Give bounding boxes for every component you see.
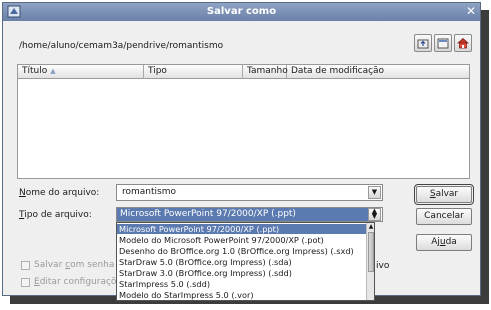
go-up-icon <box>417 39 429 49</box>
current-path: /home/aluno/cemam3a/pendrive/romantismo <box>19 41 224 51</box>
new-folder-button[interactable] <box>434 34 452 52</box>
filetype-select[interactable]: Microsoft PowerPoint 97/2000/XP (.ppt) ▲… <box>116 207 383 222</box>
save-as-dialog: Salvar como ✕ /home/aluno/cemam3a/pendri… <box>2 2 481 301</box>
title-bar[interactable]: Salvar como ✕ <box>3 3 480 21</box>
dropdown-item[interactable]: StarImpress 5.0 (.sdd) <box>117 279 368 289</box>
help-button[interactable]: Ajuda <box>416 234 472 251</box>
column-size[interactable]: Tamanho <box>243 65 288 79</box>
filetype-selected-value: Microsoft PowerPoint 97/2000/XP (.ppt) <box>117 208 368 221</box>
filetype-dropdown-list[interactable]: Microsoft PowerPoint 97/2000/XP (.ppt) M… <box>116 222 375 301</box>
close-icon[interactable]: ✕ <box>466 4 476 18</box>
save-button[interactable]: Salvar <box>414 184 474 205</box>
filename-label: Nome do arquivo: <box>19 188 100 198</box>
chevron-down-icon[interactable]: ▼ <box>368 186 381 199</box>
go-up-button[interactable] <box>414 34 432 52</box>
file-list[interactable]: Título ▲ Tipo Tamanho Data de modificação <box>17 64 470 179</box>
column-modified[interactable]: Data de modificação <box>287 65 469 79</box>
dropdown-item[interactable]: Modelo do StarImpress 5.0 (.vor) <box>117 290 368 300</box>
column-title[interactable]: Título ▲ <box>18 65 144 79</box>
dropdown-item[interactable]: Modelo do Microsoft PowerPoint 97/2000/X… <box>117 235 368 245</box>
dropdown-item[interactable]: Microsoft PowerPoint 97/2000/XP (.ppt) <box>117 224 368 234</box>
scroll-up-icon[interactable]: ▲ <box>367 223 374 231</box>
save-with-password-checkbox[interactable] <box>21 261 30 270</box>
home-icon <box>457 37 469 49</box>
cancel-button[interactable]: Cancelar <box>416 208 472 225</box>
home-button[interactable] <box>454 34 472 52</box>
column-type[interactable]: Tipo <box>144 65 243 79</box>
spin-arrows-icon[interactable]: ▲ ▼ <box>368 208 381 221</box>
file-list-header: Título ▲ Tipo Tamanho Data de modificação <box>18 65 469 79</box>
save-with-password-label: Salvar com senha <box>34 260 115 270</box>
filename-input[interactable]: romantismo ▼ <box>116 184 383 201</box>
dropdown-scrollbar[interactable]: ▲ <box>366 223 374 300</box>
dropdown-item[interactable]: StarDraw 5.0 (BrOffice.org Impress) (.sd… <box>117 257 368 267</box>
auto-extension-label: ivo <box>376 261 390 271</box>
window-title: Salvar como <box>206 6 277 17</box>
filetype-label: Tipo de arquivo: <box>19 210 92 220</box>
sort-arrow-icon: ▲ <box>50 67 56 75</box>
new-folder-icon <box>437 38 449 49</box>
dropdown-item[interactable]: StarDraw 3.0 (BrOffice.org Impress) (.sd… <box>117 268 368 278</box>
dropdown-item[interactable]: Desenho do BrOffice.org 1.0 (BrOffice.or… <box>117 246 368 256</box>
edit-filter-settings-checkbox[interactable] <box>21 278 30 287</box>
scrollbar-thumb[interactable] <box>368 232 374 272</box>
